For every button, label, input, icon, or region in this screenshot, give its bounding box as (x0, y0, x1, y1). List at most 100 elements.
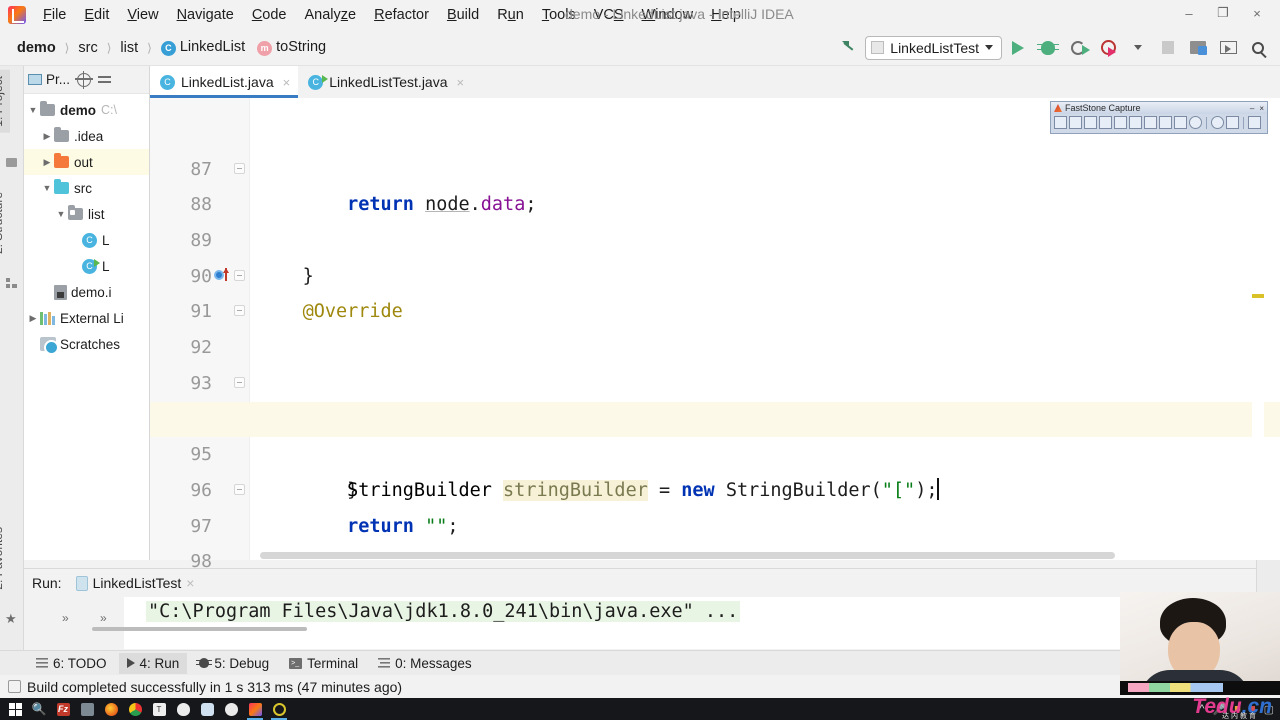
close-icon[interactable]: × (457, 75, 465, 90)
tree-item-scratches[interactable]: Scratches (24, 331, 149, 357)
tree-item-external-libraries[interactable]: ▶ External Li (24, 305, 149, 331)
bottom-item-debug[interactable]: 5: Debug (191, 653, 277, 674)
tree-item-demo-iml[interactable]: demo.i (24, 279, 149, 305)
chevron-down-icon[interactable]: ▼ (26, 105, 40, 115)
bottom-item-todo[interactable]: 6: TODO (28, 653, 115, 674)
debug-button[interactable] (1034, 34, 1062, 62)
capture-freehand-icon[interactable] (1114, 116, 1127, 129)
chrome-icon[interactable] (124, 699, 146, 719)
filezilla-icon[interactable]: Fz (52, 699, 74, 719)
menu-refactor[interactable]: Refactor (365, 3, 438, 27)
run-with-coverage-button[interactable] (1064, 34, 1092, 62)
menu-run[interactable]: Run (488, 3, 533, 27)
code-content[interactable]: 86 // 之后为 k.. 方法的数据 </返回 87 return node.… (150, 98, 1280, 608)
screen-recorder-icon[interactable] (1174, 116, 1187, 129)
tree-item-linkedlisttest[interactable]: C L (24, 253, 149, 279)
maximize-button[interactable]: ❐ (1206, 0, 1240, 26)
search-icon[interactable]: 🔍 (28, 699, 50, 719)
tab-linkedlisttest-java[interactable]: C LinkedListTest.java × (298, 66, 472, 98)
sidebar-item-project[interactable]: 1: Project (0, 70, 10, 133)
obs-icon[interactable] (268, 699, 290, 720)
fold-marker-icon[interactable] (234, 162, 245, 174)
settings-icon[interactable] (1226, 116, 1239, 129)
expand-toolbar-icon[interactable]: » (62, 611, 69, 625)
tree-item-src[interactable]: ▼ src (24, 175, 149, 201)
sidebar-item-structure[interactable]: 2: Structure (0, 186, 10, 260)
bottom-item-run[interactable]: 4: Run (118, 652, 188, 674)
warning-stripe-marker[interactable] (1252, 294, 1264, 298)
status-widget-icon[interactable] (8, 680, 21, 693)
breadcrumb-tostring[interactable]: m toString (252, 37, 331, 58)
wechat-icon[interactable] (76, 699, 98, 719)
intellij-icon[interactable] (244, 699, 266, 720)
menu-file[interactable]: File (34, 3, 75, 27)
close-button[interactable]: × (1240, 0, 1274, 26)
profile-button[interactable] (1094, 34, 1122, 62)
menu-code[interactable]: Code (243, 3, 296, 27)
tree-item-out[interactable]: ▶ out (24, 149, 149, 175)
search-everywhere-button[interactable] (1244, 34, 1272, 62)
breadcrumb-src[interactable]: src (73, 38, 102, 58)
capture-window-icon[interactable] (1069, 116, 1082, 129)
output-menu-icon[interactable] (1248, 116, 1261, 129)
capture-window-object-icon[interactable] (1084, 116, 1097, 129)
timer-icon[interactable] (1211, 116, 1224, 129)
settings-icon[interactable] (220, 699, 242, 719)
fold-marker-icon[interactable] (234, 376, 245, 388)
stop-button[interactable] (1154, 34, 1182, 62)
menu-view[interactable]: View (118, 3, 167, 27)
minimize-button[interactable]: – (1172, 0, 1206, 26)
tree-item-idea[interactable]: ▶ .idea (24, 123, 149, 149)
close-icon[interactable]: × (283, 75, 291, 90)
override-method-marker-icon[interactable] (214, 267, 229, 281)
app-blue-icon[interactable] (196, 699, 218, 719)
close-icon[interactable]: × (186, 575, 194, 591)
error-stripe-bar[interactable] (1252, 98, 1264, 560)
magnifier-icon[interactable] (1189, 116, 1202, 129)
navigate-back-icon[interactable] (835, 34, 863, 62)
typora-icon[interactable]: T (148, 699, 170, 719)
collapse-all-icon[interactable] (98, 73, 112, 86)
chevron-right-icon[interactable]: ▶ (26, 313, 40, 324)
tree-item-demo[interactable]: ▼ demo C:\ (24, 97, 149, 123)
tree-item-linkedlist[interactable]: C L (24, 227, 149, 253)
capture-scrolling-window-icon[interactable] (1144, 116, 1157, 129)
firefox-icon[interactable] (100, 699, 122, 719)
bottom-item-terminal[interactable]: Terminal (281, 653, 366, 674)
faststone-close-button[interactable]: × (1259, 104, 1264, 113)
start-button[interactable] (4, 699, 26, 719)
run-button[interactable] (1004, 34, 1032, 62)
capture-fixed-region-icon[interactable] (1159, 116, 1172, 129)
terminal-button[interactable] (1214, 34, 1242, 62)
menu-edit[interactable]: Edit (75, 3, 118, 27)
tab-linkedlist-java[interactable]: C LinkedList.java × (150, 66, 299, 98)
app-white-icon[interactable] (172, 699, 194, 719)
menu-analyze[interactable]: Analyze (296, 3, 366, 27)
code-editor[interactable]: 86 // 之后为 k.. 方法的数据 </返回 87 return node.… (150, 98, 1280, 608)
menu-navigate[interactable]: Navigate (168, 3, 243, 27)
menu-build[interactable]: Build (438, 3, 488, 27)
capture-active-window-icon[interactable] (1054, 116, 1067, 129)
faststone-minimize-button[interactable]: – (1250, 104, 1254, 113)
scrollbar-thumb[interactable] (260, 552, 1115, 559)
chevron-right-icon[interactable]: ▶ (40, 157, 54, 168)
sidebar-item-favorites[interactable]: 2: Favorites (0, 521, 10, 596)
fold-marker-icon[interactable] (234, 269, 245, 281)
run-tab-linkedlisttest[interactable]: LinkedListTest × (70, 573, 201, 593)
breadcrumb-demo[interactable]: demo (12, 38, 61, 58)
console-output[interactable]: "C:\Program Files\Java\jdk1.8.0_241\bin\… (124, 597, 1256, 649)
project-panel-title[interactable]: Pr... (28, 72, 70, 87)
tree-item-list[interactable]: ▼ list (24, 201, 149, 227)
breadcrumb-list[interactable]: list (115, 38, 143, 58)
chevron-right-icon[interactable]: ▶ (40, 131, 54, 142)
chevron-down-icon[interactable]: ▼ (54, 209, 68, 219)
profile-dropdown-icon[interactable] (1124, 34, 1152, 62)
locate-file-icon[interactable] (75, 70, 94, 89)
breadcrumb-linkedlist[interactable]: C LinkedList (156, 37, 250, 58)
expand-toolbar-icon-2[interactable]: » (100, 611, 107, 625)
fold-marker-icon[interactable] (234, 305, 245, 317)
project-structure-button[interactable] (1184, 34, 1212, 62)
capture-fullscreen-icon[interactable] (1129, 116, 1142, 129)
chevron-down-icon[interactable]: ▼ (40, 183, 54, 193)
run-configuration-selector[interactable]: LinkedListTest (865, 35, 1002, 60)
